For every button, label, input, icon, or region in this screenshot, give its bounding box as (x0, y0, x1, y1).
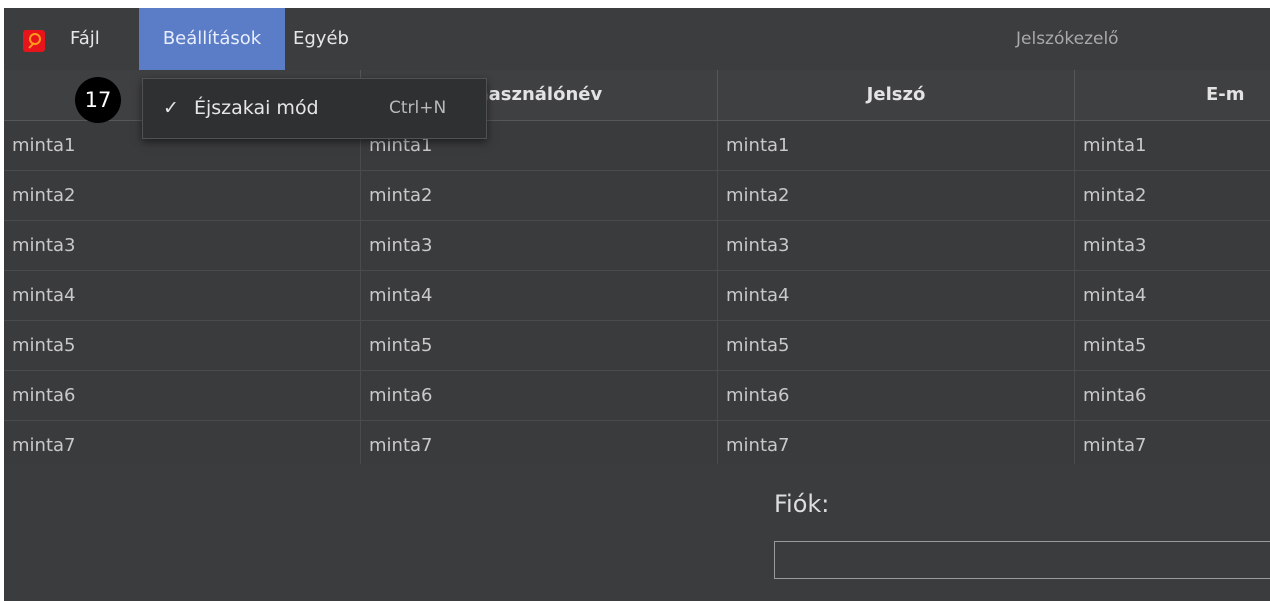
table-cell[interactable]: minta4 (361, 271, 718, 320)
table-cell[interactable]: minta6 (4, 371, 361, 420)
table-cell[interactable]: minta2 (718, 171, 1075, 220)
table-cell[interactable]: minta3 (361, 221, 718, 270)
table-cell[interactable]: minta2 (1075, 171, 1270, 220)
table-cell[interactable]: minta7 (361, 421, 718, 470)
table-cell[interactable]: minta6 (1075, 371, 1270, 420)
table-cell[interactable]: minta4 (718, 271, 1075, 320)
menu-egyeb[interactable]: Egyéb (293, 8, 369, 70)
night-mode-menu-item[interactable]: Éjszakai mód (194, 79, 319, 138)
account-label: Fiók: (774, 490, 830, 518)
menu-beallitasok[interactable]: Beállítások (139, 8, 285, 70)
column-header-password[interactable]: Jelszó (718, 70, 1075, 120)
checkmark-icon: ✓ (163, 97, 179, 119)
menubar: Fájl Beállítások Egyéb Jelszókezelő (4, 8, 1270, 70)
shortcut-label: Ctrl+N (389, 98, 447, 118)
table-cell[interactable]: minta6 (718, 371, 1075, 420)
table-cell[interactable]: minta7 (1075, 421, 1270, 470)
table-cell[interactable]: minta3 (4, 221, 361, 270)
table-cell[interactable]: minta5 (1075, 321, 1270, 370)
step-number-badge: 17 (75, 77, 121, 123)
settings-dropdown-menu: ✓ Éjszakai mód Ctrl+N (142, 78, 487, 139)
table-body: minta1 minta1 minta1 minta1 minta2 minta… (4, 121, 1270, 471)
account-form: Fiók: (4, 464, 1270, 601)
key-icon (23, 30, 45, 52)
table-cell[interactable]: minta3 (1075, 221, 1270, 270)
table-cell[interactable]: minta4 (1075, 271, 1270, 320)
table-cell[interactable]: minta5 (361, 321, 718, 370)
table-cell[interactable]: minta4 (4, 271, 361, 320)
table-cell[interactable]: minta3 (718, 221, 1075, 270)
table-cell[interactable]: minta1 (718, 121, 1075, 170)
table-row[interactable]: minta5 minta5 minta5 minta5 (4, 321, 1270, 371)
column-header-email[interactable]: E-m (1075, 70, 1270, 120)
table-row[interactable]: minta4 minta4 minta4 minta4 (4, 271, 1270, 321)
table-cell[interactable]: minta7 (4, 421, 361, 470)
table-cell[interactable]: minta6 (361, 371, 718, 420)
window-title: Jelszókezelő (1016, 29, 1119, 49)
table-cell[interactable]: minta7 (718, 421, 1075, 470)
account-input[interactable] (774, 541, 1270, 579)
app-window: Fájl Beállítások Egyéb Jelszókezelő hasz… (4, 8, 1270, 601)
table-row[interactable]: minta3 minta3 minta3 minta3 (4, 221, 1270, 271)
table-cell[interactable]: minta5 (718, 321, 1075, 370)
table-cell[interactable]: minta2 (361, 171, 718, 220)
table-cell[interactable]: minta2 (4, 171, 361, 220)
table-row[interactable]: minta6 minta6 minta6 minta6 (4, 371, 1270, 421)
table-row[interactable]: minta2 minta2 minta2 minta2 (4, 171, 1270, 221)
table-cell[interactable]: minta1 (1075, 121, 1270, 170)
table-cell[interactable]: minta5 (4, 321, 361, 370)
menu-fajl[interactable]: Fájl (70, 8, 140, 70)
